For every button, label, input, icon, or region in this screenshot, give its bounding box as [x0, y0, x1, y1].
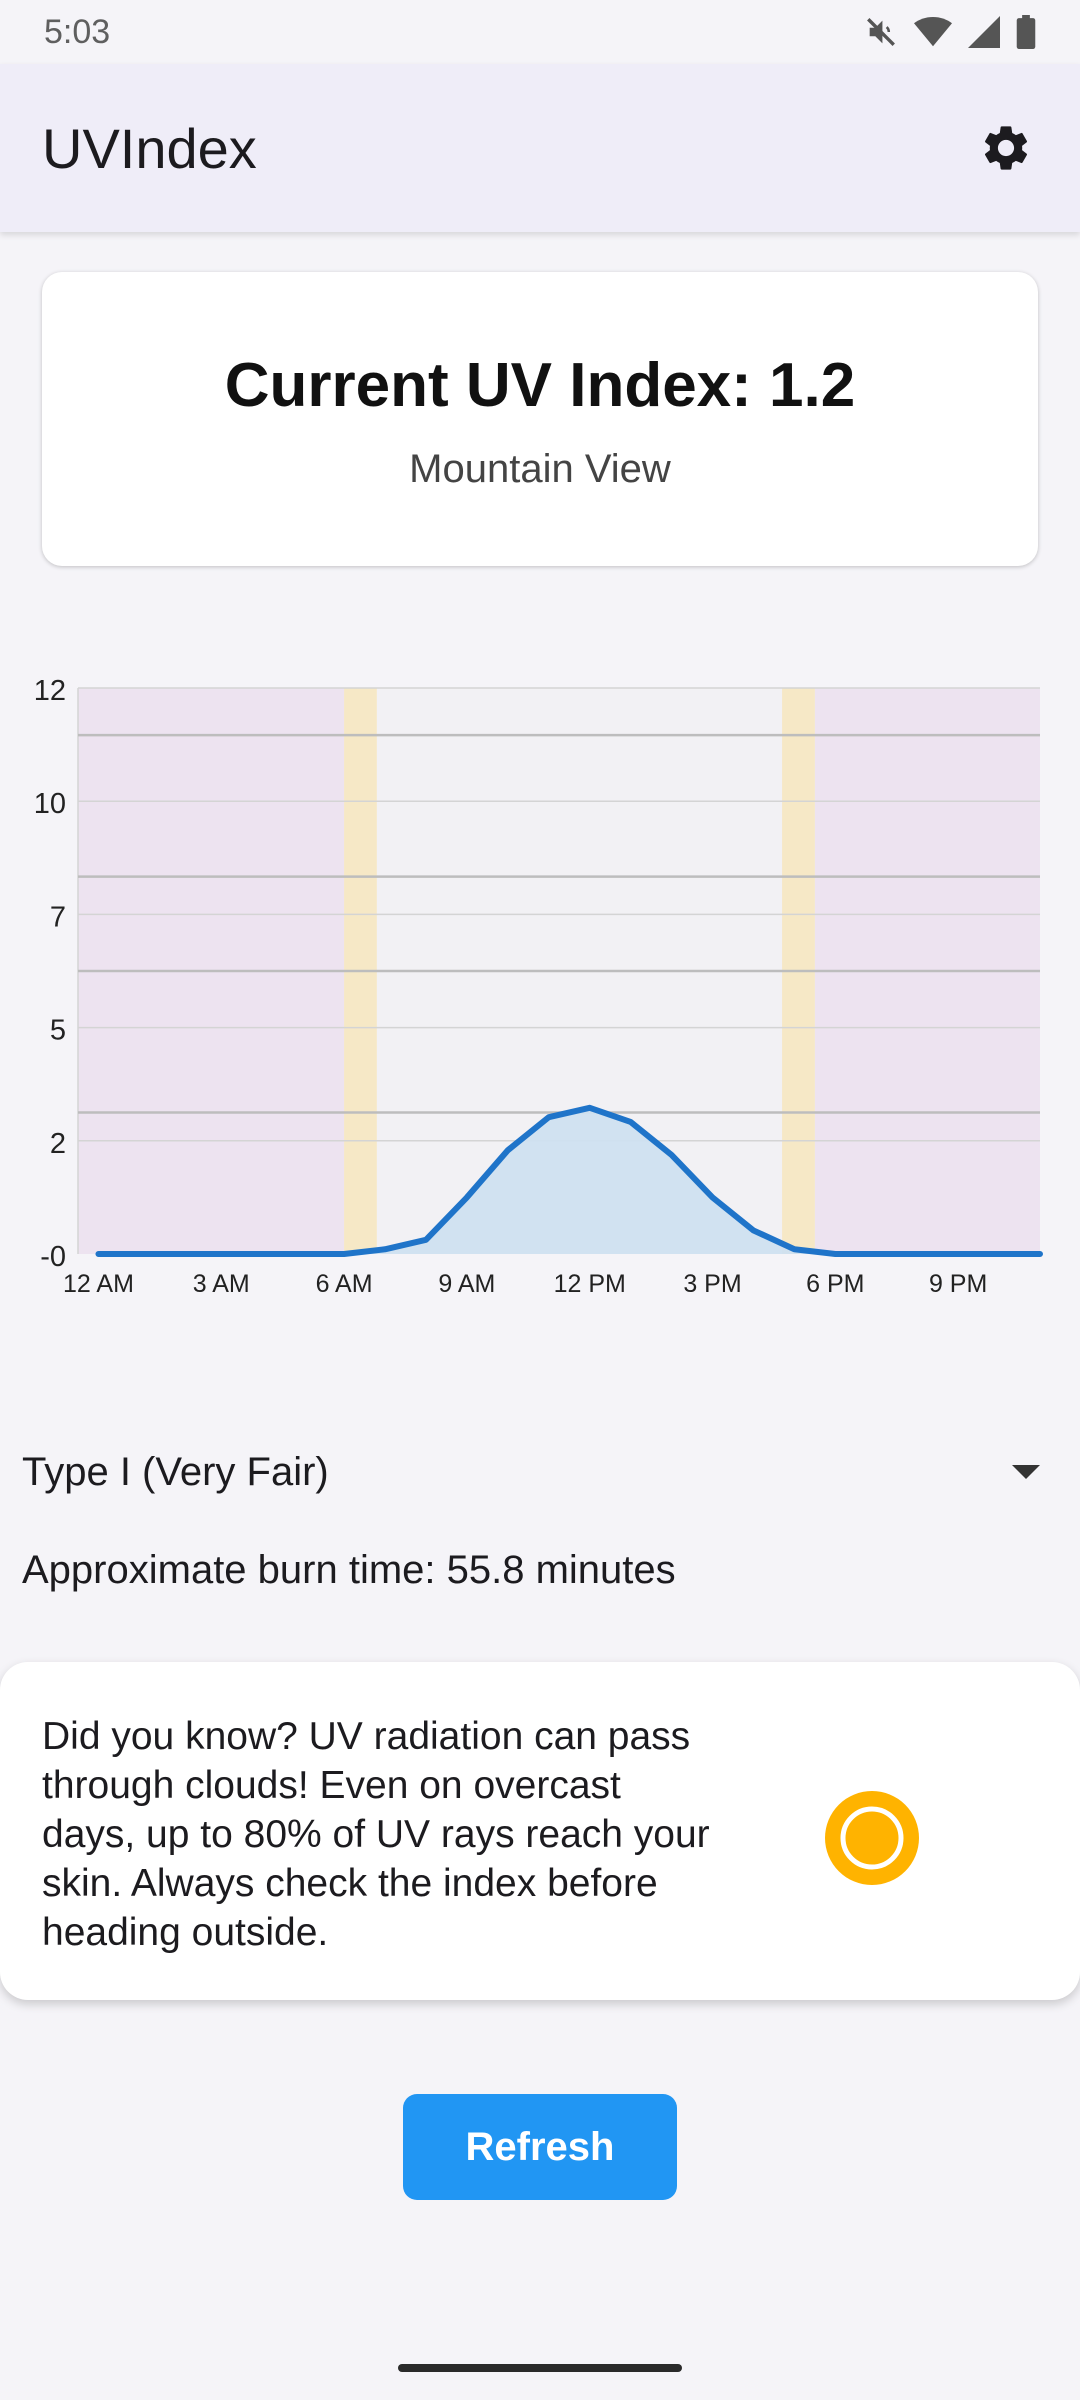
dropdown-arrow-icon: [1012, 1465, 1040, 1479]
status-bar: 5:03: [0, 0, 1080, 64]
location-name: Mountain View: [409, 447, 671, 491]
gear-icon[interactable]: [974, 116, 1038, 180]
signal-icon: [968, 16, 1000, 48]
x-tick-label-5: 3 PM: [683, 1270, 741, 1298]
sun-icon: [825, 1791, 919, 1885]
current-uv-index: Current UV Index: 1.2: [224, 351, 856, 420]
uv-chart-svg: -0 2 5 7 10 12 12 AM 3 AM 6 AM 9 AM 12 PM 3 PM 6 PM 9…: [34, 675, 1043, 1298]
burn-time-text: Approximate burn time: 55.8 minutes: [22, 1548, 676, 1592]
x-tick-label-7: 9 PM: [929, 1270, 987, 1298]
x-tick-label-0: 12 AM: [63, 1270, 134, 1298]
uv-index-card: Current UV Index: 1.2 Mountain View: [42, 272, 1038, 566]
y-tick-label-5: 12: [34, 675, 66, 707]
y-tick-label-2: 5: [50, 1015, 66, 1047]
x-tick-label-4: 12 PM: [554, 1270, 626, 1298]
status-time: 5:03: [44, 12, 111, 51]
uv-chart: -0 2 5 7 10 12 12 AM 3 AM 6 AM 9 AM 12 PM 3 PM 6 PM 9…: [0, 640, 1080, 1320]
skin-type-selected: Type I (Very Fair): [22, 1449, 329, 1494]
wifi-icon: [914, 16, 952, 48]
x-tick-label-3: 9 AM: [438, 1270, 495, 1298]
tip-card: Did you know? UV radiation can pass thro…: [0, 1662, 1080, 2000]
x-tick-label-6: 6 PM: [806, 1270, 864, 1298]
mute-icon: [864, 15, 898, 49]
y-tick-label-4: 10: [34, 788, 66, 820]
status-icons: [864, 15, 1036, 49]
battery-icon: [1016, 15, 1036, 49]
y-tick-label-1: 2: [50, 1128, 66, 1160]
home-indicator[interactable]: [398, 2364, 682, 2372]
refresh-button[interactable]: Refresh: [403, 2094, 677, 2200]
skin-type-dropdown[interactable]: Type I (Very Fair): [22, 1432, 1062, 1512]
tip-text: Did you know? UV radiation can pass thro…: [42, 1715, 710, 1954]
app-bar: UVIndex: [0, 64, 1080, 232]
y-tick-label-3: 7: [50, 901, 66, 933]
app-title: UVIndex: [42, 116, 257, 180]
x-tick-label-2: 6 AM: [316, 1270, 373, 1298]
x-tick-label-1: 3 AM: [193, 1270, 250, 1298]
y-tick-label-0: -0: [40, 1241, 66, 1273]
